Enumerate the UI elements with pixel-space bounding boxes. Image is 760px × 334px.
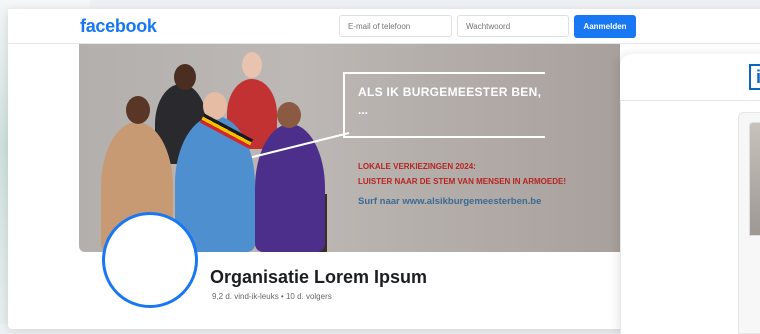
profile-picture[interactable] (102, 212, 198, 308)
person-head (174, 64, 196, 90)
cover-slogan-line: LUISTER NAAR DE STEM VAN MENSEN IN ARMOE… (358, 177, 567, 186)
person-head (277, 102, 301, 128)
cover-url-line: Surf naar www.alsikburgemeesterben.be (358, 196, 542, 207)
page-stats: 9,2 d. vind-ik-leuks • 10 d. volgers (212, 292, 332, 301)
facebook-logo[interactable]: facebook (80, 16, 157, 37)
login-button[interactable]: Aanmelden (574, 15, 636, 38)
password-field[interactable] (457, 15, 569, 37)
email-field[interactable] (339, 15, 452, 37)
linkedin-overlay-header (620, 54, 760, 101)
person-head (126, 96, 150, 124)
cover-ellipsis: ... (358, 103, 369, 117)
linkedin-icon[interactable]: in (749, 64, 760, 90)
cover-headline: ALS IK BURGEMEESTER BEN, (358, 85, 542, 99)
cover-election-line: LOKALE VERKIEZINGEN 2024: (358, 162, 476, 171)
speech-callout (343, 72, 545, 138)
top-navigation-bar: facebook Aanmelden (8, 9, 760, 44)
page-title[interactable]: Organisatie Lorem Ipsum (210, 267, 427, 288)
person-front-right (255, 124, 325, 252)
person-head (242, 52, 262, 78)
linkedin-post-image (749, 122, 760, 236)
